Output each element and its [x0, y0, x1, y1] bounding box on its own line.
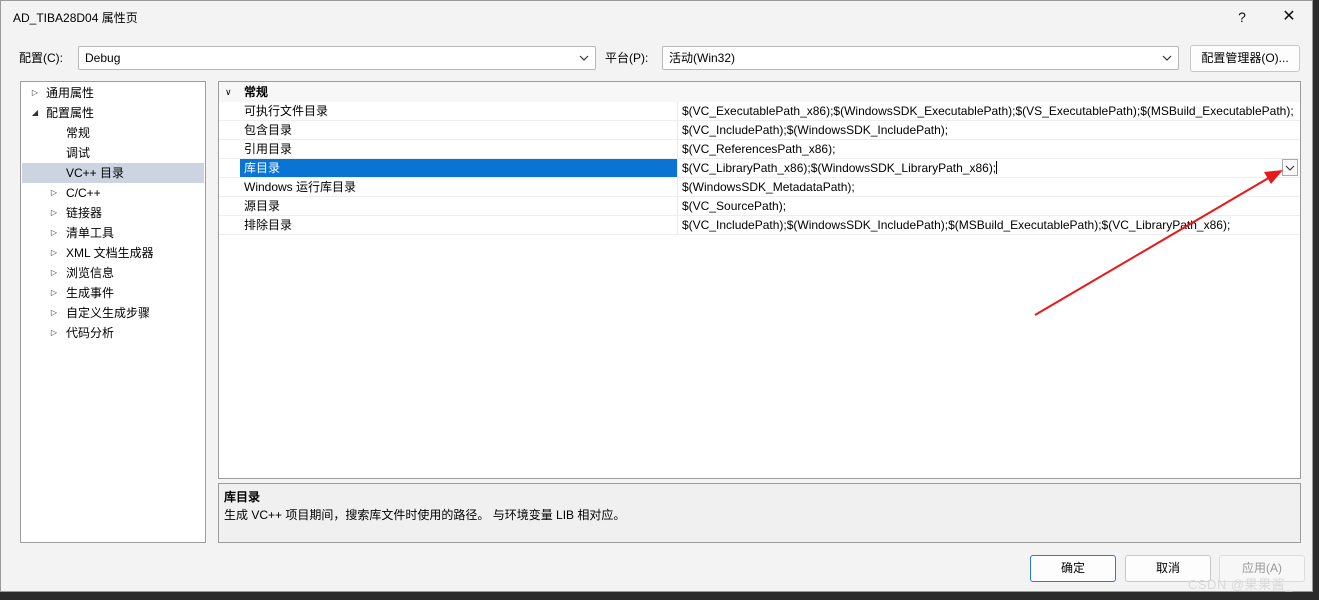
tree-item[interactable]: ▷ 链接器	[22, 203, 204, 223]
chevron-down-icon[interactable]: ∨	[225, 82, 232, 102]
tree-item-label: 链接器	[66, 206, 103, 220]
ok-button[interactable]: 确定	[1030, 555, 1116, 582]
platform-value: 活动(Win32)	[669, 51, 736, 65]
tree-item[interactable]: VC++ 目录	[22, 163, 204, 183]
config-label: 配置(C):	[19, 51, 63, 65]
config-manager-button[interactable]: 配置管理器(O)...	[1190, 45, 1300, 72]
tree-item[interactable]: ▷ 自定义生成步骤	[22, 303, 204, 323]
window-title: AD_TIBA28D04 属性页	[13, 11, 138, 25]
category-title: 常规	[244, 85, 269, 99]
tree-item-label: VC++ 目录	[66, 166, 125, 180]
property-value[interactable]: $(VC_LibraryPath_x86);$(WindowsSDK_Libra…	[677, 159, 1300, 177]
tree-item-label: 生成事件	[66, 286, 115, 300]
chevron-down-icon	[1285, 165, 1295, 171]
tree-item-label: 清单工具	[66, 226, 115, 240]
property-tree: ▷ 通用属性 ◢ 配置属性常规调试 VC++ 目录 ▷ C/C++ ▷ 链接器 ▷ 清单工具 ▷ XML…	[20, 81, 206, 543]
property-row[interactable]: 排除目录 $(VC_IncludePath);$(WindowsSDK_Inclu…	[219, 216, 1300, 235]
property-row[interactable]: 库目录 $(VC_LibraryPath_x86);$(WindowsSDK_Li…	[219, 159, 1300, 178]
tree-item-label: C/C++	[66, 186, 101, 200]
property-name: 源目录	[244, 199, 281, 213]
property-row[interactable]: 引用目录 $(VC_ReferencesPath_x86);	[219, 140, 1300, 159]
property-row[interactable]: 包含目录 $(VC_IncludePath);$(WindowsSDK_Inclu…	[219, 121, 1300, 140]
property-name: 包含目录	[244, 123, 293, 137]
property-value[interactable]: $(VC_IncludePath);$(WindowsSDK_IncludePa…	[677, 121, 1300, 139]
platform-label: 平台(P):	[605, 51, 649, 65]
expand-icon[interactable]: ▷	[49, 263, 59, 283]
text-caret	[996, 161, 997, 174]
chevron-down-icon	[1162, 55, 1172, 61]
tree-item-label: 浏览信息	[66, 266, 115, 280]
collapse-icon[interactable]: ◢	[30, 103, 40, 123]
property-value[interactable]: $(WindowsSDK_MetadataPath);	[677, 178, 1300, 196]
expand-icon[interactable]: ▷	[49, 243, 59, 263]
description-text: 生成 VC++ 项目期间，搜索库文件时使用的路径。 与环境变量 LIB 相对应。	[224, 508, 626, 522]
property-pages-dialog: AD_TIBA28D04 属性页 ? ✕ 配置(C): Debug 平台(P):…	[0, 0, 1313, 592]
expand-icon[interactable]: ▷	[49, 303, 59, 323]
expand-icon[interactable]: ▷	[49, 203, 59, 223]
tree-item-label: 通用属性	[46, 86, 95, 100]
description-panel: 库目录 生成 VC++ 项目期间，搜索库文件时使用的路径。 与环境变量 LIB …	[218, 483, 1301, 543]
description-title: 库目录	[224, 490, 261, 504]
tree-item[interactable]: ◢ 配置属性	[22, 103, 204, 123]
tree-item-label: 配置属性	[46, 106, 95, 120]
property-row[interactable]: Windows 运行库目录 $(WindowsSDK_MetadataPath);	[219, 178, 1300, 197]
property-row[interactable]: 可执行文件目录 $(VC_ExecutablePath_x86);$(Window…	[219, 102, 1300, 121]
expand-icon[interactable]: ▷	[49, 223, 59, 243]
property-value[interactable]: $(VC_ExecutablePath_x86);$(WindowsSDK_Ex…	[677, 102, 1300, 120]
tree-item-label: 代码分析	[66, 326, 115, 340]
property-name: Windows 运行库目录	[244, 180, 357, 194]
tree-item[interactable]: ▷ 代码分析	[22, 323, 204, 343]
property-name: 排除目录	[244, 218, 293, 232]
tree-item-label: 自定义生成步骤	[66, 306, 151, 320]
tree-item[interactable]: ▷ 通用属性	[22, 83, 204, 103]
config-combo[interactable]: Debug	[78, 46, 596, 70]
property-row[interactable]: 源目录 $(VC_SourcePath);	[219, 197, 1300, 216]
property-value[interactable]: $(VC_SourcePath);	[677, 197, 1300, 215]
platform-combo[interactable]: 活动(Win32)	[662, 46, 1179, 70]
expand-icon[interactable]: ▷	[49, 283, 59, 303]
tree-item[interactable]: 调试	[22, 143, 204, 163]
chevron-down-icon	[579, 55, 589, 61]
property-value[interactable]: $(VC_IncludePath);$(WindowsSDK_IncludePa…	[677, 216, 1300, 234]
close-button[interactable]: ✕	[1274, 5, 1304, 29]
tree-item[interactable]: 常规	[22, 123, 204, 143]
expand-icon[interactable]: ▷	[49, 323, 59, 343]
config-value: Debug	[85, 51, 121, 65]
tree-item[interactable]: ▷ 浏览信息	[22, 263, 204, 283]
tree-item[interactable]: ▷ C/C++	[22, 183, 204, 203]
tree-item-label: 常规	[66, 126, 91, 140]
expand-icon[interactable]: ▷	[49, 183, 59, 203]
property-value[interactable]: $(VC_ReferencesPath_x86);	[677, 140, 1300, 158]
title-bar: AD_TIBA28D04 属性页 ? ✕	[1, 1, 1312, 33]
tree-item-label: 调试	[66, 146, 91, 160]
tree-item[interactable]: ▷ 清单工具	[22, 223, 204, 243]
tree-item[interactable]: ▷ XML 文档生成器	[22, 243, 204, 263]
expand-icon[interactable]: ▷	[30, 83, 40, 103]
property-name: 引用目录	[244, 142, 293, 156]
property-name: 可执行文件目录	[244, 104, 329, 118]
property-name: 库目录	[240, 159, 677, 177]
category-header[interactable]: ∨ 常规	[219, 82, 1300, 102]
property-grid: ∨ 常规 可执行文件目录 $(VC_ExecutablePath_x86);$(W…	[218, 81, 1301, 479]
value-dropdown-button[interactable]	[1282, 159, 1298, 176]
tree-item-label: XML 文档生成器	[66, 246, 154, 260]
tree-item[interactable]: ▷ 生成事件	[22, 283, 204, 303]
help-button[interactable]: ?	[1227, 5, 1257, 29]
watermark: CSDN @果果酱_	[1188, 577, 1293, 592]
